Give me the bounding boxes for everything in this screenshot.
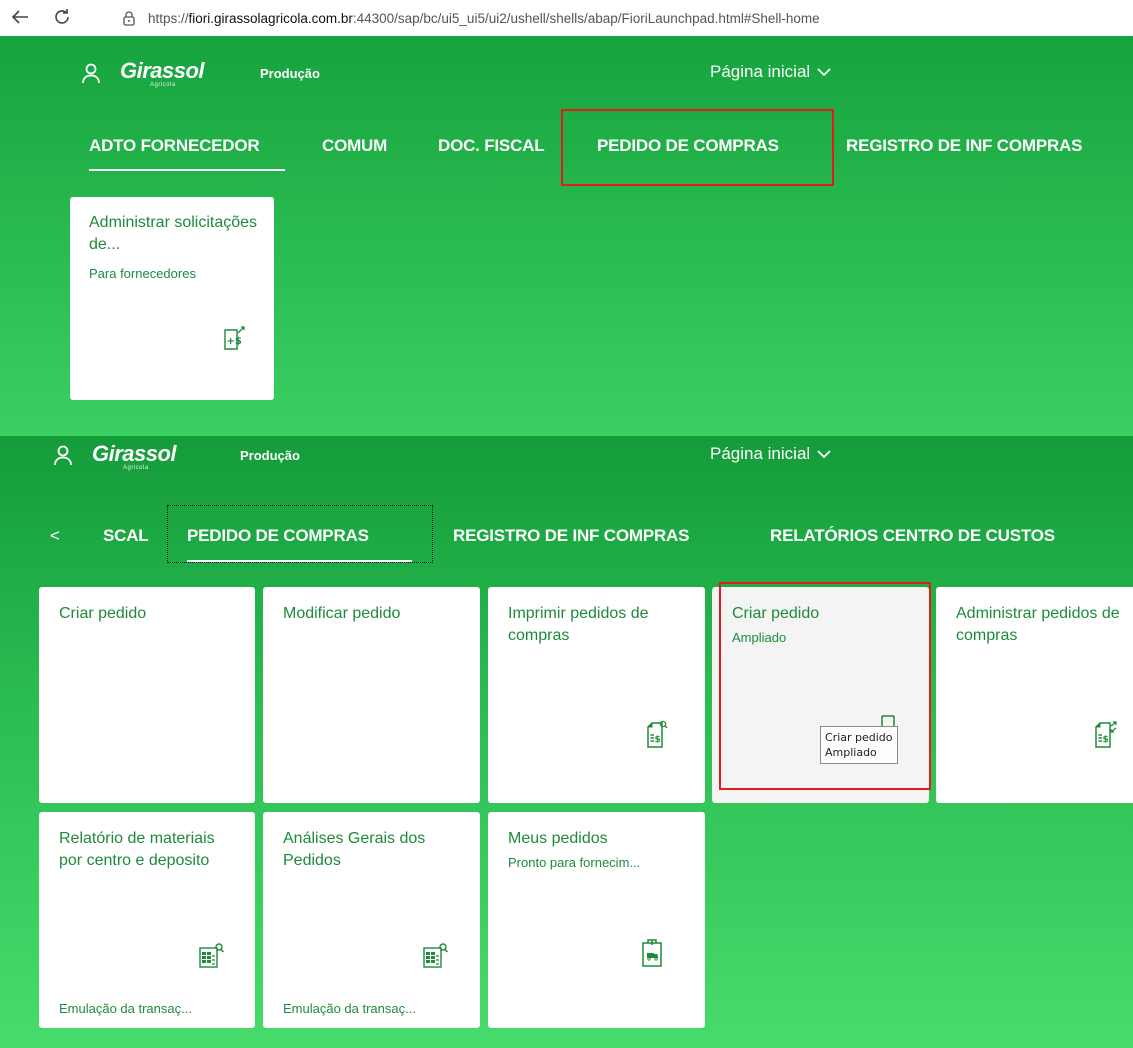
tab-scroll-left-button[interactable]: < xyxy=(50,526,60,546)
company-logo[interactable]: Girassol xyxy=(92,441,177,467)
tab-doc-fiscal[interactable]: DOC. FISCAL xyxy=(438,136,545,156)
launchpad-panel-bottom: Girassol Agricola Produção Página inicia… xyxy=(0,436,1133,1048)
tile-footer: Emulação da transaç... xyxy=(59,1001,192,1016)
tile-title: Relatório de materiais por centro e depo… xyxy=(59,830,215,869)
tile-footer: Emulação da transaç... xyxy=(283,1001,416,1016)
table-search-icon xyxy=(423,943,449,968)
launchpad-panel-top: Girassol Agricola Produção Página inicia… xyxy=(0,36,1133,436)
table-search-icon xyxy=(199,943,225,968)
chevron-down-icon xyxy=(817,68,831,77)
tab-registro-inf-compras[interactable]: REGISTRO DE INF COMPRAS xyxy=(846,136,1082,156)
home-title: Página inicial xyxy=(710,444,811,463)
reload-icon[interactable] xyxy=(50,6,74,30)
home-title: Página inicial xyxy=(710,62,811,81)
home-title-menu[interactable]: Página inicial xyxy=(710,62,832,82)
svg-text:$: $ xyxy=(1103,735,1109,745)
environment-label: Produção xyxy=(260,66,320,81)
tab-comum[interactable]: COMUM xyxy=(322,136,387,156)
money-document-transfer-icon: $ xyxy=(1095,721,1117,748)
tab-relatorios-centro-de-custos[interactable]: RELATÓRIOS CENTRO DE CUSTOS xyxy=(770,526,1055,546)
money-document-search-icon: $ xyxy=(647,720,668,748)
tile-criar-pedido[interactable]: Criar pedido xyxy=(39,587,255,803)
group-tabs: < SCAL PEDIDO DE COMPRAS REGISTRO DE INF… xyxy=(0,505,1133,566)
tab-pedido-de-compras[interactable]: PEDIDO DE COMPRAS xyxy=(597,136,779,156)
tile-modificar-pedido[interactable]: Modificar pedido xyxy=(263,587,480,803)
site-info-icon[interactable] xyxy=(120,9,138,27)
back-arrow-icon[interactable] xyxy=(8,6,32,30)
money-add-document-icon: +$ xyxy=(224,326,245,350)
browser-toolbar: https://fiori.girassolagricola.com.br:44… xyxy=(0,0,1133,36)
shell-header: Girassol Agricola Produção Página inicia… xyxy=(0,36,1133,106)
clipboard-truck-icon xyxy=(642,939,662,967)
tile-title: Imprimir pedidos de compras xyxy=(508,605,649,644)
tile-title: Administrar solicitações de... xyxy=(89,214,258,253)
tile-title: Meus pedidos xyxy=(508,830,608,847)
tile-analises-gerais[interactable]: Análises Gerais dos Pedidos Emulação da … xyxy=(263,812,480,1028)
svg-text:+$: +$ xyxy=(227,336,242,347)
shell-header: Girassol Agricola Produção Página inicia… xyxy=(0,436,1133,506)
user-icon[interactable] xyxy=(52,444,74,466)
tooltip-line: Criar pedido xyxy=(825,731,893,744)
tile-title: Criar pedido xyxy=(732,605,820,622)
url-text: https://fiori.girassolagricola.com.br:44… xyxy=(148,10,820,26)
tile-imprimir-pedidos[interactable]: Imprimir pedidos de compras $ xyxy=(488,587,705,803)
tooltip-line: Ampliado xyxy=(825,746,877,759)
company-logo-sub: Agricola xyxy=(150,82,176,88)
tile-title: Administrar pedidos de compras xyxy=(956,605,1120,644)
tile-relatorio-materiais[interactable]: Relatório de materiais por centro e depo… xyxy=(39,812,255,1028)
tab-doc-fiscal-partial[interactable]: SCAL xyxy=(103,526,149,546)
tile-criar-pedido-ampliado[interactable]: Criar pedido Ampliado xyxy=(712,587,929,803)
tab-adto-fornecedor[interactable]: ADTO FORNECEDOR xyxy=(89,136,260,156)
svg-text:$: $ xyxy=(655,735,661,745)
active-tab-indicator xyxy=(187,560,412,562)
company-logo[interactable]: Girassol xyxy=(120,58,205,84)
home-title-menu[interactable]: Página inicial xyxy=(710,444,832,464)
tile-title: Criar pedido xyxy=(59,605,147,622)
tile-administrar-solicitacoes[interactable]: Administrar solicitações de... Para forn… xyxy=(70,197,274,400)
tab-registro-inf-compras[interactable]: REGISTRO DE INF COMPRAS xyxy=(453,526,689,546)
tile-meus-pedidos[interactable]: Meus pedidos Pronto para fornecim... xyxy=(488,812,705,1028)
address-bar[interactable]: https://fiori.girassolagricola.com.br:44… xyxy=(120,4,1133,32)
tile-administrar-pedidos[interactable]: Administrar pedidos de compras $ xyxy=(936,587,1133,803)
group-tabs: ADTO FORNECEDOR COMUM DOC. FISCAL PEDIDO… xyxy=(0,132,1133,176)
tile-title: Análises Gerais dos Pedidos xyxy=(283,830,426,869)
chevron-down-icon xyxy=(817,450,831,459)
environment-label: Produção xyxy=(240,448,300,463)
tile-subtitle: Para fornecedores xyxy=(89,266,196,281)
tile-subtitle: Ampliado xyxy=(732,630,787,645)
user-icon[interactable] xyxy=(80,62,102,84)
tooltip: Criar pedido Ampliado xyxy=(820,726,898,764)
company-logo-sub: Agricola xyxy=(123,465,149,471)
tile-subtitle: Pronto para fornecim... xyxy=(508,855,641,870)
tile-title: Modificar pedido xyxy=(283,605,401,622)
tab-pedido-de-compras[interactable]: PEDIDO DE COMPRAS xyxy=(187,526,369,546)
active-tab-indicator xyxy=(89,169,285,171)
